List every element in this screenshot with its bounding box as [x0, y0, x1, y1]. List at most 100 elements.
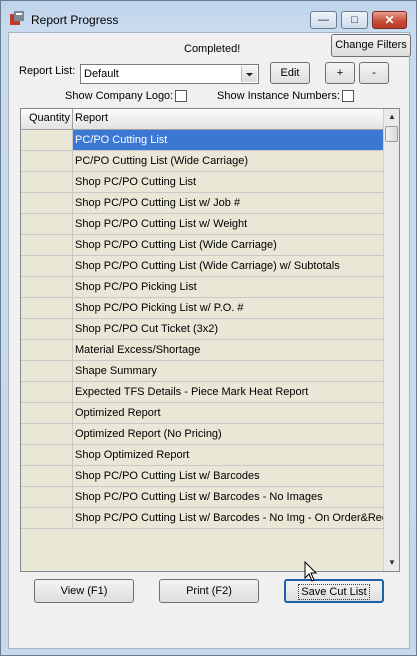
chevron-down-icon[interactable]: [241, 66, 257, 82]
title-bar[interactable]: Report Progress — □ ✕: [1, 1, 416, 31]
scroll-down-icon[interactable]: ▼: [384, 555, 399, 571]
report-cell[interactable]: Shop PC/PO Cutting List: [75, 176, 196, 188]
view-label: View (F1): [60, 585, 108, 597]
report-cell[interactable]: Shop PC/PO Cutting List (Wide Carriage): [75, 239, 277, 251]
column-divider[interactable]: [72, 109, 73, 129]
edit-button[interactable]: Edit: [270, 62, 310, 84]
remove-button[interactable]: -: [359, 62, 389, 84]
quantity-cell[interactable]: [21, 235, 73, 255]
table-row[interactable]: Shop PC/PO Cutting List w/ Barcodes - No…: [21, 508, 388, 529]
report-progress-window: Report Progress — □ ✕ Completed! Change …: [0, 0, 417, 656]
table-row[interactable]: Shop PC/PO Cutting List w/ Weight: [21, 214, 383, 235]
quantity-cell[interactable]: [21, 214, 73, 234]
table-row[interactable]: Material Excess/Shortage: [21, 340, 383, 361]
close-button[interactable]: ✕: [372, 11, 407, 29]
table-row[interactable]: Shop PC/PO Cutting List (Wide Carriage): [21, 235, 383, 256]
mouse-cursor-icon: [304, 561, 318, 582]
report-cell[interactable]: Shape Summary: [75, 365, 157, 377]
table-row[interactable]: Shop Optimized Report: [21, 445, 383, 466]
client-area: Completed! Change Filters Report List: D…: [8, 32, 411, 649]
print-button[interactable]: Print (F2): [159, 579, 259, 603]
report-list-label: Report List:: [19, 65, 76, 77]
vertical-scrollbar[interactable]: ▲ ▼: [383, 109, 399, 571]
quantity-cell[interactable]: [21, 172, 73, 192]
add-button[interactable]: +: [325, 62, 355, 84]
table-row[interactable]: Shop PC/PO Cutting List w/ Job #: [21, 193, 383, 214]
table-row[interactable]: PC/PO Cutting List (Wide Carriage): [21, 151, 383, 172]
report-cell[interactable]: Expected TFS Details - Piece Mark Heat R…: [75, 386, 308, 398]
quantity-cell[interactable]: [21, 424, 73, 444]
quantity-cell[interactable]: [21, 193, 73, 213]
quantity-cell[interactable]: [21, 382, 73, 402]
table-row[interactable]: Optimized Report: [21, 403, 383, 424]
report-cell[interactable]: Shop PC/PO Cutting List w/ Barcodes - No…: [75, 512, 388, 524]
report-cell[interactable]: PC/PO Cutting List: [75, 134, 167, 146]
quantity-cell[interactable]: [21, 319, 73, 339]
table-row[interactable]: Optimized Report (No Pricing): [21, 424, 383, 445]
report-cell[interactable]: Shop PC/PO Picking List w/ P.O. #: [75, 302, 244, 314]
report-cell[interactable]: Optimized Report (No Pricing): [75, 428, 222, 440]
report-cell[interactable]: Shop PC/PO Cutting List (Wide Carriage) …: [75, 260, 340, 272]
report-list-value: Default: [84, 68, 119, 80]
print-label: Print (F2): [186, 585, 232, 597]
table-row[interactable]: Shop PC/PO Picking List: [21, 277, 383, 298]
report-cell[interactable]: Shop PC/PO Cutting List w/ Barcodes - No…: [75, 491, 323, 503]
status-text: Completed!: [184, 43, 241, 55]
scroll-thumb[interactable]: [385, 126, 398, 142]
app-icon: [10, 11, 24, 25]
table-row[interactable]: Shop PC/PO Cutting List w/ Barcodes: [21, 466, 383, 487]
change-filters-button[interactable]: Change Filters: [331, 34, 411, 57]
table-row[interactable]: Shop PC/PO Cutting List w/ Barcodes - No…: [21, 487, 383, 508]
window-title: Report Progress: [31, 13, 119, 27]
table-row[interactable]: Shop PC/PO Cutting List (Wide Carriage) …: [21, 256, 383, 277]
maximize-icon: □: [351, 14, 358, 26]
change-filters-label: Change Filters: [335, 39, 407, 51]
report-list-select[interactable]: Default: [80, 64, 259, 84]
report-cell[interactable]: Optimized Report: [75, 407, 161, 419]
quantity-cell[interactable]: [21, 298, 73, 318]
quantity-cell[interactable]: [21, 256, 73, 276]
report-cell[interactable]: Shop PC/PO Picking List: [75, 281, 197, 293]
edit-label: Edit: [280, 67, 300, 79]
quantity-cell[interactable]: [21, 403, 73, 423]
close-icon: ✕: [384, 13, 395, 27]
report-cell[interactable]: Shop Optimized Report: [75, 449, 189, 461]
report-cell[interactable]: Shop PC/PO Cutting List w/ Job #: [75, 197, 240, 209]
quantity-cell[interactable]: [21, 487, 73, 507]
minimize-button[interactable]: —: [310, 11, 337, 29]
quantity-cell[interactable]: [21, 340, 73, 360]
table-row[interactable]: Shop PC/PO Cutting List: [21, 172, 383, 193]
show-instance-numbers-checkbox[interactable]: [342, 90, 354, 102]
show-company-logo-checkbox[interactable]: [175, 90, 187, 102]
report-cell[interactable]: Shop PC/PO Cutting List w/ Weight: [75, 218, 247, 230]
show-company-logo-label: Show Company Logo:: [65, 90, 174, 102]
minimize-icon: —: [318, 14, 329, 26]
table-row[interactable]: Shop PC/PO Cut Ticket (3x2): [21, 319, 383, 340]
plus-icon: +: [336, 67, 344, 79]
quantity-cell[interactable]: [21, 151, 73, 171]
save-cut-list-label: Save Cut List: [298, 584, 370, 600]
report-cell[interactable]: Material Excess/Shortage: [75, 344, 200, 356]
show-instance-numbers-label: Show Instance Numbers:: [217, 90, 340, 102]
quantity-cell[interactable]: [21, 277, 73, 297]
report-cell[interactable]: Shop PC/PO Cutting List w/ Barcodes: [75, 470, 260, 482]
report-cell[interactable]: PC/PO Cutting List (Wide Carriage): [75, 155, 248, 167]
save-cut-list-button[interactable]: Save Cut List: [284, 579, 384, 603]
quantity-cell[interactable]: [21, 508, 73, 528]
quantity-cell[interactable]: [21, 361, 73, 381]
maximize-button[interactable]: □: [341, 11, 368, 29]
quantity-cell[interactable]: [21, 466, 73, 486]
table-row[interactable]: PC/PO Cutting List: [21, 130, 383, 151]
report-grid[interactable]: Quantity Report PC/PO Cutting List PC/PO …: [20, 108, 400, 572]
scroll-up-icon[interactable]: ▲: [384, 109, 399, 125]
table-row[interactable]: Shop PC/PO Picking List w/ P.O. #: [21, 298, 383, 319]
quantity-cell[interactable]: [21, 445, 73, 465]
column-header-report[interactable]: Report: [75, 112, 108, 124]
grid-header: Quantity Report: [21, 109, 383, 130]
table-row[interactable]: Shape Summary: [21, 361, 383, 382]
view-button[interactable]: View (F1): [34, 579, 134, 603]
quantity-cell[interactable]: [21, 130, 73, 150]
report-cell[interactable]: Shop PC/PO Cut Ticket (3x2): [75, 323, 218, 335]
column-header-quantity[interactable]: Quantity: [29, 112, 70, 124]
table-row[interactable]: Expected TFS Details - Piece Mark Heat R…: [21, 382, 383, 403]
